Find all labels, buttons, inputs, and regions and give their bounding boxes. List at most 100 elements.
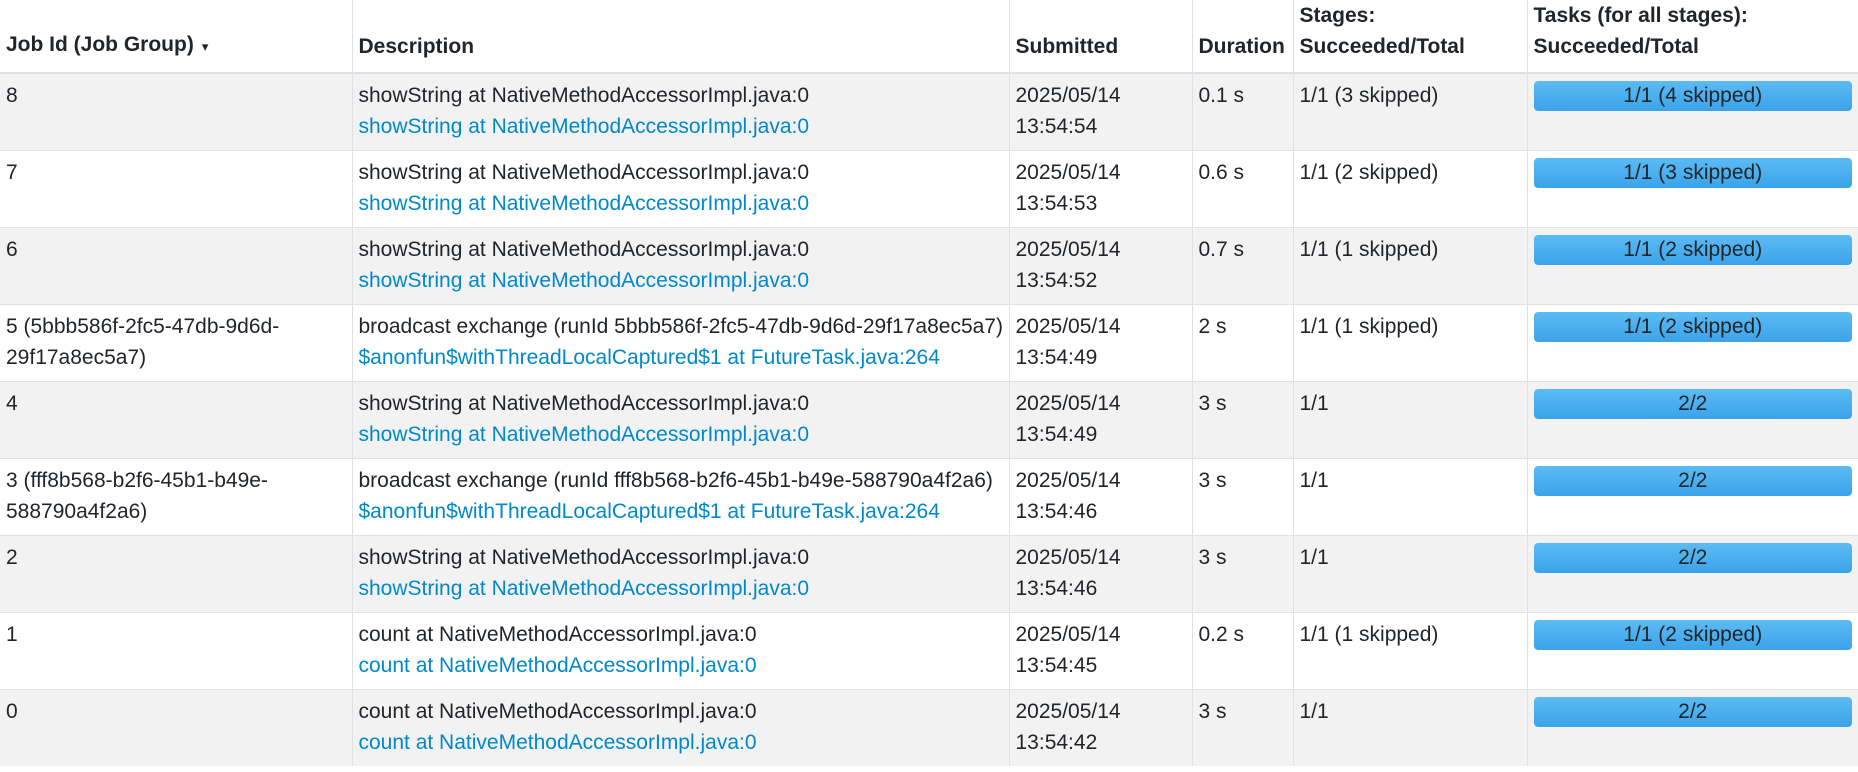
stages-count: 1/1 (1 skipped)	[1299, 237, 1439, 261]
stages-cell: 1/1 (1 skipped)	[1293, 303, 1528, 381]
submitted-date: 2025/05/14	[1015, 391, 1121, 415]
submitted-cell: 2025/05/14 13:54:49	[1009, 380, 1193, 458]
stages-count: 1/1	[1299, 545, 1329, 569]
submitted-date: 2025/05/14	[1015, 84, 1121, 107]
duration-cell: 0.1 s	[1192, 72, 1294, 150]
stages-cell: 1/1	[1293, 534, 1528, 612]
tasks-cell: 1/1 (2 skipped)	[1527, 303, 1858, 381]
stages-count: 1/1 (2 skipped)	[1299, 160, 1439, 184]
tasks-progress-label: 1/1 (3 skipped)	[1623, 160, 1763, 184]
stages-count: 1/1	[1299, 391, 1329, 415]
description-cell: broadcast exchange (runId 5bbb586f-2fc5-…	[352, 303, 1010, 381]
column-header-duration[interactable]: Duration	[1192, 0, 1294, 74]
job-id-cell: 6	[0, 226, 353, 304]
job-id: 2	[6, 545, 18, 569]
column-header-tasks-subtitle: Succeeded/Total	[1533, 35, 1699, 58]
stages-cell: 1/1 (3 skipped)	[1293, 72, 1528, 150]
tasks-progress-bar: 1/1 (2 skipped)	[1533, 619, 1852, 650]
job-id-cell: 3 (fff8b568-b2f6-45b1-b49e-588790a4f2a6)	[0, 457, 353, 535]
job-detail-link[interactable]: $anonfun$withThreadLocalCaptured$1 at Fu…	[359, 496, 1003, 527]
job-id-cell: 7	[0, 149, 353, 227]
column-header-submitted[interactable]: Submitted	[1009, 0, 1193, 74]
submitted-date: 2025/05/14	[1015, 237, 1121, 261]
job-id-cell: 1	[0, 611, 353, 689]
table-row: 3 (fff8b568-b2f6-45b1-b49e-588790a4f2a6)…	[0, 457, 1858, 535]
job-detail-link[interactable]: showString at NativeMethodAccessorImpl.j…	[359, 111, 1003, 142]
job-description: showString at NativeMethodAccessorImpl.j…	[358, 391, 810, 415]
job-detail-link[interactable]: count at NativeMethodAccessorImpl.java:0	[359, 727, 1003, 758]
submitted-cell: 2025/05/14 13:54:53	[1009, 149, 1193, 227]
column-header-stages-subtitle: Succeeded/Total	[1299, 35, 1465, 58]
tasks-progress-bar: 2/2	[1533, 542, 1852, 573]
job-detail-link[interactable]: showString at NativeMethodAccessorImpl.j…	[359, 419, 1003, 450]
duration-cell: 3 s	[1192, 688, 1294, 766]
submitted-date: 2025/05/14	[1015, 699, 1121, 723]
tasks-cell: 1/1 (3 skipped)	[1527, 149, 1858, 227]
stages-count: 1/1 (1 skipped)	[1299, 622, 1439, 646]
tasks-progress-label: 1/1 (2 skipped)	[1623, 622, 1763, 646]
job-id: 1	[6, 622, 18, 646]
jobs-table: Job Id (Job Group) ▾ Description Submitte…	[0, 0, 1858, 766]
submitted-time: 13:54:52	[1015, 268, 1098, 292]
job-detail-link[interactable]: $anonfun$withThreadLocalCaptured$1 at Fu…	[359, 342, 1003, 373]
job-duration: 0.6 s	[1198, 160, 1245, 184]
tasks-cell: 2/2	[1527, 688, 1858, 766]
submitted-cell: 2025/05/14 13:54:52	[1009, 226, 1193, 304]
column-header-tasks-title: Tasks (for all stages):	[1533, 4, 1748, 27]
stages-count: 1/1 (1 skipped)	[1299, 314, 1439, 338]
job-id: 3 (fff8b568-b2f6-45b1-b49e-588790a4f2a6)	[6, 468, 268, 523]
tasks-progress-bar: 1/1 (2 skipped)	[1533, 311, 1852, 342]
column-header-tasks[interactable]: Tasks (for all stages): Succeeded/Total	[1527, 0, 1858, 74]
job-detail-link[interactable]: showString at NativeMethodAccessorImpl.j…	[359, 265, 1003, 296]
job-id-cell: 2	[0, 534, 353, 612]
submitted-time: 13:54:49	[1015, 422, 1098, 446]
stages-cell: 1/1 (2 skipped)	[1293, 149, 1528, 227]
submitted-time: 13:54:42	[1015, 730, 1098, 754]
description-cell: showString at NativeMethodAccessorImpl.j…	[352, 534, 1010, 612]
description-cell: count at NativeMethodAccessorImpl.java:0…	[352, 688, 1010, 766]
job-duration: 0.1 s	[1198, 84, 1245, 107]
submitted-date: 2025/05/14	[1015, 160, 1121, 184]
job-duration: 3 s	[1198, 391, 1227, 415]
description-cell: showString at NativeMethodAccessorImpl.j…	[352, 72, 1010, 150]
tasks-cell: 1/1 (2 skipped)	[1527, 611, 1858, 689]
job-description: broadcast exchange (runId fff8b568-b2f6-…	[358, 468, 993, 492]
submitted-time: 13:54:45	[1015, 653, 1098, 677]
job-id: 5 (5bbb586f-2fc5-47db-9d6d-29f17a8ec5a7)	[6, 314, 280, 369]
stages-cell: 1/1	[1293, 380, 1528, 458]
table-header-row: Job Id (Job Group) ▾ Description Submitte…	[0, 0, 1858, 74]
duration-cell: 3 s	[1192, 380, 1294, 458]
submitted-date: 2025/05/14	[1015, 545, 1121, 569]
column-header-description[interactable]: Description	[352, 0, 1010, 74]
column-header-job-id[interactable]: Job Id (Job Group) ▾	[0, 0, 353, 74]
job-description: count at NativeMethodAccessorImpl.java:0	[358, 622, 757, 646]
table-row: 2 showString at NativeMethodAccessorImpl.…	[0, 534, 1858, 612]
stages-cell: 1/1	[1293, 688, 1528, 766]
submitted-date: 2025/05/14	[1015, 468, 1121, 492]
submitted-time: 13:54:46	[1015, 576, 1098, 600]
tasks-progress-bar: 2/2	[1533, 696, 1852, 727]
job-detail-link[interactable]: showString at NativeMethodAccessorImpl.j…	[359, 573, 1003, 604]
jobs-table-body: 8 showString at NativeMethodAccessorImpl.…	[0, 72, 1858, 766]
table-row: 1 count at NativeMethodAccessorImpl.java:…	[0, 611, 1858, 689]
job-id: 6	[6, 237, 18, 261]
column-header-stages[interactable]: Stages: Succeeded/Total	[1293, 0, 1528, 74]
tasks-progress-label: 1/1 (2 skipped)	[1623, 314, 1763, 338]
submitted-cell: 2025/05/14 13:54:49	[1009, 303, 1193, 381]
job-duration: 3 s	[1198, 545, 1227, 569]
job-id: 0	[6, 699, 18, 723]
table-row: 4 showString at NativeMethodAccessorImpl.…	[0, 380, 1858, 458]
job-description: showString at NativeMethodAccessorImpl.j…	[358, 545, 810, 569]
job-id: 4	[6, 391, 18, 415]
job-detail-link[interactable]: count at NativeMethodAccessorImpl.java:0	[359, 650, 1003, 681]
tasks-progress-label: 2/2	[1678, 468, 1708, 492]
sort-descending-icon: ▾	[201, 39, 209, 54]
column-header-stages-title: Stages:	[1299, 4, 1376, 27]
job-duration: 0.2 s	[1198, 622, 1245, 646]
tasks-progress-bar: 2/2	[1533, 388, 1852, 419]
job-duration: 2 s	[1198, 314, 1227, 338]
job-detail-link[interactable]: showString at NativeMethodAccessorImpl.j…	[359, 188, 1003, 219]
stages-cell: 1/1 (1 skipped)	[1293, 611, 1528, 689]
submitted-cell: 2025/05/14 13:54:46	[1009, 534, 1193, 612]
tasks-progress-label: 1/1 (2 skipped)	[1623, 237, 1763, 261]
